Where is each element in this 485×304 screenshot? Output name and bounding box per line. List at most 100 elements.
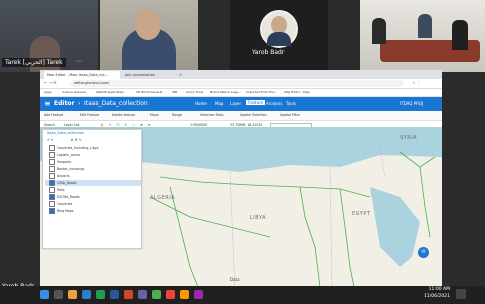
taskbar: 11:00 AM 11/06/2021 — [0, 286, 485, 304]
participant-name: Tarek [الحربي] Tarek — [2, 58, 66, 67]
map-label-libya: LIBYA — [250, 215, 267, 221]
video-tile-participant-2[interactable] — [100, 0, 198, 72]
chat-icon[interactable]: ✉ — [418, 247, 429, 258]
layer-checkbox[interactable] — [49, 152, 55, 158]
nav-feature[interactable]: Feature — [246, 100, 266, 105]
bookmark-item[interactable]: Map Editor - Map — [284, 89, 309, 96]
chrome-icon[interactable] — [152, 290, 161, 299]
selection-tools-button[interactable]: Selection Tools — [200, 111, 224, 120]
address-input[interactable]: editor.giscloud.com/ — [70, 80, 404, 87]
bookmark-item[interactable]: Apps — [44, 89, 51, 96]
layer-checkbox-checked[interactable] — [49, 194, 55, 200]
word-icon[interactable] — [110, 290, 119, 299]
layer-checkbox[interactable] — [49, 145, 55, 151]
layer-item-selected[interactable]: CIMA_Roads — [45, 180, 141, 186]
browser-tab-strip: Map Editor - Map: Itaas_Data_col... Join… — [40, 70, 442, 79]
project-name: Itaas_Data_collection — [84, 100, 148, 107]
browser-menu-icon[interactable]: ☆ ⋮ — [412, 80, 421, 85]
layer-list-panel: Itaas_Data_collection ✔ ▾ ⊕ ⚙ ✎ Countrie… — [42, 129, 142, 249]
layer-checkbox[interactable] — [49, 187, 55, 193]
layer-item[interactable]: Border_crossings — [49, 166, 84, 172]
app-icon[interactable] — [194, 290, 203, 299]
nav-arrows-icon[interactable]: ← → ⟳ — [44, 80, 57, 85]
bookmark-item[interactable]: WB — [172, 89, 177, 96]
file-explorer-icon[interactable] — [68, 290, 77, 299]
bookmark-item[interactable]: Iconic Tools — [186, 89, 203, 96]
layer-checkbox-checked[interactable] — [49, 180, 55, 186]
app-icon[interactable] — [166, 290, 175, 299]
layer-item[interactable]: Logistic_zones — [49, 152, 80, 158]
excel-icon[interactable] — [96, 290, 105, 299]
video-tile-presenter[interactable]: Yarob Badr — [230, 0, 328, 72]
layer-name: Border_crossings — [57, 167, 85, 171]
presenter-avatar — [260, 10, 298, 48]
delete-feature-button[interactable]: Delete feature — [112, 111, 135, 120]
notification-icon[interactable] — [456, 289, 466, 299]
nav-layer[interactable]: Layer — [230, 101, 241, 106]
bookmark-item[interactable]: CE World General — [136, 89, 162, 96]
layer-panel-title: Itaas_Data_collection — [47, 131, 85, 135]
move-button[interactable]: Move — [150, 111, 159, 120]
shared-screen: Map Editor - Map: Itaas_Data_col... Join… — [40, 70, 442, 292]
windows-start-icon[interactable] — [40, 290, 49, 299]
layer-checkbox-checked[interactable] — [49, 208, 55, 214]
layer-checkbox[interactable] — [49, 201, 55, 207]
layer-name: Logistic_zones — [57, 153, 80, 157]
layer-name: CIMA_Roads — [57, 181, 77, 185]
participant-figure — [418, 14, 432, 38]
chevron-right-icon: › — [78, 100, 81, 107]
address-bar-row: ← → ⟳ editor.giscloud.com/ ☆ ⋮ — [40, 79, 442, 89]
video-tile-conference-room[interactable] — [360, 0, 485, 72]
edit-feature-button[interactable]: Edit Feature — [80, 111, 99, 120]
browser-tab-map-editor[interactable]: Map Editor - Map: Itaas_Data_col... — [44, 71, 120, 79]
powerpoint-icon[interactable] — [124, 290, 133, 299]
bookmark-item[interactable]: Imported From Fire... — [246, 89, 277, 96]
add-feature-button[interactable]: Add Feature — [44, 111, 63, 120]
map-label-algeria: ALGERIA — [150, 195, 176, 201]
feature-toolbar: Add Feature Edit Feature Delete feature … — [40, 111, 442, 121]
layer-item[interactable]: Countries_Including_Libya — [49, 145, 99, 151]
bookmark-item[interactable]: Brand Web & Augu... — [210, 89, 241, 96]
nav-analysis[interactable]: Analysis — [266, 101, 282, 106]
menu-icon[interactable]: ≡ — [44, 99, 51, 108]
layer-item[interactable]: ESCWA_Roads — [49, 194, 80, 200]
participant-figure — [372, 18, 386, 44]
map-data-label: Data — [230, 277, 240, 282]
nav-map[interactable]: Map — [215, 101, 223, 106]
teams-icon[interactable] — [138, 290, 147, 299]
layer-name: Countries_Including_Libya — [57, 146, 99, 150]
user-menu[interactable]: ITDAQ PROJ — [400, 101, 423, 106]
spatial-selection-button[interactable]: Spatial Selection — [240, 111, 267, 120]
search-icon[interactable] — [54, 290, 63, 299]
edge-icon[interactable] — [82, 290, 91, 299]
map-canvas[interactable]: ALGERIA LIBYA EGYPT SYRIA Data ✉ Itaas_D… — [40, 127, 442, 292]
new-tab-icon[interactable]: + — [176, 71, 185, 79]
layer-name: Airports — [57, 174, 70, 178]
layer-panel-tools-icon[interactable]: ✔ ▾ ⊕ ⚙ ✎ — [47, 138, 82, 142]
layer-checkbox[interactable] — [49, 166, 55, 172]
more-options-icon[interactable]: ⋯ — [76, 58, 82, 65]
participant-face — [135, 10, 161, 40]
layer-item[interactable]: Seaports — [49, 159, 71, 165]
layer-name: Bing Maps — [57, 209, 74, 213]
map-label-syria: SYRIA — [400, 135, 418, 141]
layer-item[interactable]: Rails — [49, 187, 65, 193]
layer-item[interactable]: Airports — [49, 173, 70, 179]
bookmark-item[interactable]: Culture General — [62, 89, 86, 96]
layer-item[interactable]: Countries — [49, 201, 72, 207]
layer-checkbox[interactable] — [49, 173, 55, 179]
layer-checkbox[interactable] — [49, 159, 55, 165]
participant-figure — [452, 20, 468, 50]
clock-time: 11:00 AM — [428, 287, 450, 292]
nav-tools[interactable]: Tools — [286, 101, 296, 106]
nav-home[interactable]: Home — [195, 101, 207, 106]
browser-tab-conversation[interactable]: Join conversation — [122, 71, 178, 79]
video-tile-participant-1[interactable]: Tarek [الحربي] Tarek ⋯ — [0, 0, 98, 72]
app-icon[interactable] — [180, 290, 189, 299]
spatial-filter-button[interactable]: Spatial Filter — [280, 111, 300, 120]
bookmark-item[interactable]: GRADE Application — [96, 89, 124, 96]
layer-name: Seaports — [57, 160, 72, 164]
range-button[interactable]: Range — [172, 111, 182, 120]
layer-item[interactable]: Bing Maps — [49, 208, 74, 214]
presenter-name: Yarob Badr — [252, 49, 285, 56]
